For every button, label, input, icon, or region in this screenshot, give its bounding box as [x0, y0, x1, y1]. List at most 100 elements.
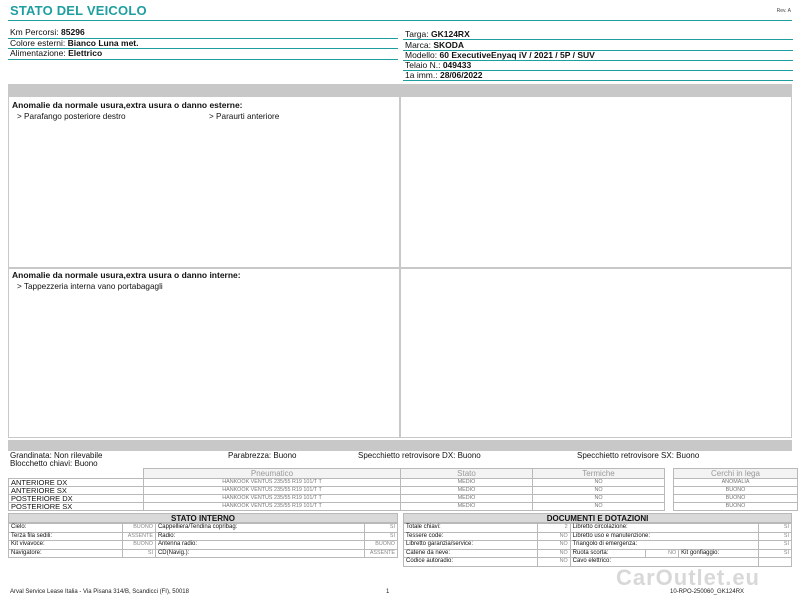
row-divider	[403, 80, 793, 81]
documenti-key: Catene da neve:	[403, 548, 538, 558]
documenti-title: DOCUMENTI E DOTAZIONI	[403, 513, 792, 523]
table-row: Terza fila sedili: ASSENTE Radio: SI	[8, 531, 398, 541]
table-row: ANTERIORE DX HANKOOK VENTUS 235/55 R19 1…	[8, 478, 798, 487]
internal-damage-panel: Anomalie da normale usura,extra usura o …	[8, 268, 400, 438]
interno-key: Antenna radio:	[154, 540, 366, 550]
external-damage-item: > Paraurti anteriore	[209, 112, 280, 121]
documenti-value: SI	[758, 548, 792, 558]
interno-value: SI	[364, 523, 398, 533]
specchietto-dx-text: Specchietto retrovisore DX: Buono	[358, 451, 481, 460]
interno-key: Cielo:	[8, 523, 123, 533]
external-photo-panel	[400, 96, 792, 268]
tyre-stato: MEDIO	[400, 494, 533, 503]
interno-value: SI	[364, 531, 398, 541]
tyre-termiche: NO	[532, 494, 665, 503]
tyre-stato: MEDIO	[400, 486, 533, 495]
table-row: Tessere code: NO Libretto uso e manutenzio…	[403, 531, 792, 541]
interno-key: Kit vivavoce:	[8, 540, 123, 550]
table-row: Catene da neve: NO Ruota scorta: NO Kit gonf…	[403, 548, 792, 558]
internal-damage-item: > Tappezzeria interna vano portabagagli	[17, 282, 163, 291]
watermark-logo: CarOutlet.eu	[615, 565, 760, 590]
documenti-value: NO	[536, 548, 571, 558]
interno-key: Cappelliera/Tendina copribag:	[154, 523, 366, 533]
interno-key: CD(Navig.):	[154, 548, 366, 558]
table-row: POSTERIORE DX HANKOOK VENTUS 235/55 R19 …	[8, 494, 798, 503]
tyre-stato: MEDIO	[400, 478, 533, 487]
stato-interno-panel: STATO INTERNO Cielo: BUONO Cappelliera/Ten…	[8, 513, 398, 558]
documenti-value: SI	[758, 531, 792, 541]
tyre-cerchi: BUONO	[673, 486, 798, 495]
tyre-cerchi: ANOMALIA	[673, 478, 798, 487]
tyre-position: POSTERIORE SX	[8, 502, 144, 511]
tyre-termiche: NO	[532, 502, 665, 511]
documenti-value: SI	[758, 523, 792, 533]
tyre-cerchi: BUONO	[673, 494, 798, 503]
footer-page-number: 1	[386, 589, 390, 595]
documenti-key: Libretto uso e manutenzione:	[569, 531, 760, 541]
section-band	[8, 84, 792, 96]
table-row: Totale chiavi: 2 Libretto circolazione: SI	[403, 523, 792, 533]
documenti-key: Libretto garanzia/service:	[403, 540, 538, 550]
table-row: Navigatore: SI CD(Navig.): ASSENTE	[8, 548, 398, 558]
alimentazione-row: Alimentazione: Elettrico	[10, 48, 103, 58]
table-row: ANTERIORE SX HANKOOK VENTUS 235/55 R19 1…	[8, 486, 798, 495]
interno-value: ASSENTE	[364, 548, 398, 558]
table-row: Cielo: BUONO Cappelliera/Tendina copribag:…	[8, 523, 398, 533]
documenti-key: Triangolo di emergenza:	[569, 540, 760, 550]
table-row: POSTERIORE SX HANKOOK VENTUS 235/55 R19 …	[8, 502, 798, 511]
parabrezza-text: Parabrezza: Buono	[228, 451, 297, 460]
table-row: Libretto garanzia/service: NO Triangolo di…	[403, 540, 792, 550]
tyre-model: HANKOOK VENTUS 235/55 R19 101/T T	[143, 502, 401, 511]
tyre-model: HANKOOK VENTUS 235/55 R19 101/T T	[143, 494, 401, 503]
documenti-key: Ruota scorta:	[569, 548, 647, 558]
tyre-model: HANKOOK VENTUS 235/55 R19 101/T T	[143, 478, 401, 487]
tyres-header-pneumatico: Pneumatico	[143, 468, 401, 479]
title-divider	[8, 20, 792, 21]
documenti-value: NO	[536, 557, 571, 567]
external-damage-title: Anomalie da normale usura,extra usura o …	[12, 100, 243, 110]
tyres-header-stato: Stato	[400, 468, 533, 479]
tyre-termiche: NO	[532, 486, 665, 495]
documenti-value: NO	[536, 540, 571, 550]
tyre-termiche: NO	[532, 478, 665, 487]
tyres-header-termiche: Termiche	[532, 468, 665, 479]
row-divider	[8, 59, 398, 60]
documenti-value: SI	[758, 540, 792, 550]
marca-row: Marca: SKODA	[405, 40, 465, 50]
tyres-table: Pneumatico Stato Termiche Cerchi in lega…	[8, 468, 798, 511]
tyre-stato: MEDIO	[400, 502, 533, 511]
internal-damage-title: Anomalie da normale usura,extra usura o …	[12, 270, 241, 280]
external-damage-panel: Anomalie da normale usura,extra usura o …	[8, 96, 400, 268]
documenti-value: NO	[645, 548, 680, 558]
interno-key: Navigatore:	[8, 548, 123, 558]
interno-value: BUONO	[121, 540, 156, 550]
documenti-key: Tessere code:	[403, 531, 538, 541]
documenti-key: Libretto circolazione:	[569, 523, 760, 533]
external-damage-item: > Parafango posteriore destro	[17, 112, 126, 121]
documenti-value	[758, 557, 792, 567]
table-row: Kit vivavoce: BUONO Antenna radio: BUONO	[8, 540, 398, 550]
conditions-band	[8, 440, 792, 451]
tyre-model: HANKOOK VENTUS 235/55 R19 101/T T	[143, 486, 401, 495]
telaio-row: Telaio N.: 049433	[405, 60, 472, 70]
documenti-panel: DOCUMENTI E DOTAZIONI Totale chiavi: 2 Lib…	[403, 513, 792, 567]
interno-value: BUONO	[121, 523, 156, 533]
modello-row: Modello: 60 ExecutiveEnyaq iV / 2021 / 5…	[405, 50, 595, 60]
interno-key: Terza fila sedili:	[8, 531, 123, 541]
footer-company: Arval Service Lease Italia - Via Pisana …	[10, 589, 189, 595]
colore-row: Colore esterni: Bianco Luna met.	[10, 38, 139, 48]
interno-value: BUONO	[364, 540, 398, 550]
tyres-header-cerchi: Cerchi in lega	[673, 468, 798, 479]
immatricolazione-row: 1a imm.: 28/06/2022	[405, 70, 483, 80]
revision-label: Rev. A	[776, 8, 791, 14]
documenti-key: Kit gonfiaggio:	[678, 548, 759, 558]
documenti-value: 2	[536, 523, 571, 533]
documenti-value: NO	[536, 531, 571, 541]
km-row: Km Percorsi: 85296	[10, 27, 85, 37]
stato-interno-title: STATO INTERNO	[8, 513, 398, 523]
internal-photo-panel	[400, 268, 792, 438]
tyre-cerchi: BUONO	[673, 502, 798, 511]
interno-value: SI	[121, 548, 156, 558]
interno-key: Radio:	[154, 531, 366, 541]
page-title: STATO DEL VEICOLO	[10, 3, 147, 18]
